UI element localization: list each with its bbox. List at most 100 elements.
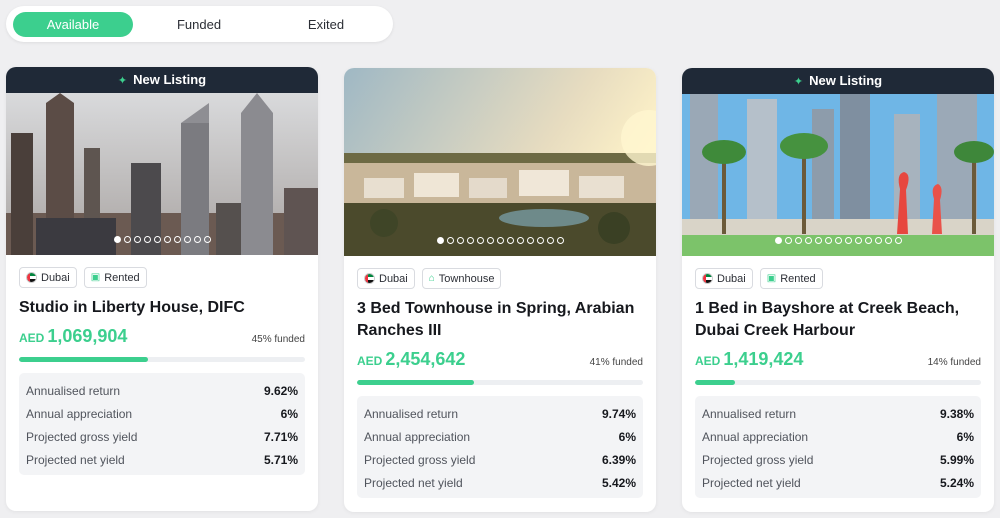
stat-row: Projected net yield 5.24% [702, 471, 974, 494]
carousel-dot[interactable] [173, 236, 181, 243]
carousel-dot[interactable] [456, 237, 464, 244]
stat-value: 5.99% [939, 452, 974, 467]
carousel-dot[interactable] [526, 237, 534, 244]
new-listing-banner: ✦ New Listing [682, 68, 994, 94]
stat-value: 5.24% [939, 475, 974, 490]
carousel-dot[interactable] [436, 237, 444, 244]
funding-progress-fill [695, 380, 736, 385]
stat-row: Annualised return 9.62% [26, 379, 298, 402]
stat-row: Projected net yield 5.42% [364, 471, 636, 494]
house-icon: ⌂ [428, 273, 435, 284]
location-chip: Dubai [695, 268, 753, 289]
carousel-dot[interactable] [446, 237, 454, 244]
carousel-dot[interactable] [123, 236, 131, 243]
carousel-dot[interactable] [466, 237, 474, 244]
property-title[interactable]: Studio in Liberty House, DIFC [19, 297, 305, 319]
carousel-dot[interactable] [784, 237, 792, 244]
carousel-dot[interactable] [163, 236, 171, 243]
carousel-dot[interactable] [804, 237, 812, 244]
carousel-dot[interactable] [183, 236, 191, 243]
carousel-dot[interactable] [864, 237, 872, 244]
currency-label: AED [19, 331, 45, 345]
funding-progress-fill [19, 357, 148, 362]
stat-row: Annual appreciation 6% [364, 425, 636, 448]
currency-label: AED [695, 354, 721, 368]
stat-label: Annual appreciation [702, 429, 809, 444]
carousel-dot[interactable] [844, 237, 852, 244]
stat-label: Projected gross yield [26, 429, 138, 444]
property-card-liberty-house[interactable]: ✦ New Listing Dubai ▣ Rented Studio in L… [6, 67, 318, 511]
carousel-dot[interactable] [486, 237, 494, 244]
uae-flag-icon [364, 273, 375, 284]
returns-stats: Annualised return 9.62% Annual appreciati… [19, 373, 305, 475]
uae-flag-icon [26, 272, 37, 283]
type-chip: ⌂ Townhouse [421, 268, 502, 289]
stat-value: 7.71% [263, 429, 298, 444]
sparkle-icon: ✦ [117, 75, 128, 87]
carousel-dots [344, 237, 656, 244]
property-price: AED 2,454,642 [357, 348, 465, 372]
carousel-dot[interactable] [506, 237, 514, 244]
carousel-dot[interactable] [143, 236, 151, 243]
carousel-dot[interactable] [854, 237, 862, 244]
carousel-dot[interactable] [113, 236, 121, 243]
tab-exited[interactable]: Exited [266, 12, 386, 37]
carousel-dot[interactable] [834, 237, 842, 244]
chip-label: Dubai [41, 271, 70, 284]
stat-label: Annualised return [702, 406, 797, 421]
stat-label: Projected net yield [702, 475, 801, 490]
stat-row: Annualised return 9.74% [364, 402, 636, 425]
property-photo[interactable] [344, 68, 656, 256]
carousel-dot[interactable] [476, 237, 484, 244]
carousel-dot[interactable] [894, 237, 902, 244]
funding-progress-fill [357, 380, 475, 385]
rented-icon: ▣ [766, 273, 777, 284]
carousel-dot[interactable] [536, 237, 544, 244]
listing-status-tabs: Available Funded Exited [6, 6, 393, 42]
chip-label: Dubai [717, 272, 746, 285]
property-photo[interactable] [6, 93, 318, 255]
carousel-dot[interactable] [153, 236, 161, 243]
property-card-arabian-ranches[interactable]: Dubai ⌂ Townhouse 3 Bed Townhouse in Spri… [344, 68, 656, 512]
stat-label: Projected net yield [364, 475, 463, 490]
funding-progress-bar [19, 357, 305, 362]
chip-label: Townhouse [438, 272, 495, 285]
stat-value: 6% [956, 429, 974, 444]
stat-label: Annualised return [26, 383, 121, 398]
carousel-dot[interactable] [794, 237, 802, 244]
tab-available[interactable]: Available [13, 12, 133, 37]
carousel-dot[interactable] [774, 237, 782, 244]
price-value: 1,419,424 [723, 349, 804, 369]
sparkle-icon: ✦ [793, 76, 804, 88]
carousel-dot[interactable] [203, 236, 211, 243]
carousel-dot[interactable] [546, 237, 554, 244]
townhouse-community-image [344, 68, 656, 256]
property-title[interactable]: 3 Bed Townhouse in Spring, Arabian Ranch… [357, 298, 643, 342]
rented-icon: ▣ [90, 272, 101, 283]
tab-funded[interactable]: Funded [139, 12, 259, 37]
returns-stats: Annualised return 9.74% Annual appreciati… [357, 396, 643, 498]
property-price: AED 1,419,424 [695, 348, 803, 372]
carousel-dot[interactable] [516, 237, 524, 244]
chip-label: Rented [104, 271, 140, 284]
carousel-dot[interactable] [874, 237, 882, 244]
difc-skyline-image [6, 93, 318, 255]
carousel-dot[interactable] [884, 237, 892, 244]
property-card-bayshore[interactable]: ✦ New Listing Dubai ▣ Rented 1 Bed in Ba… [682, 68, 994, 512]
property-title[interactable]: 1 Bed in Bayshore at Creek Beach, Dubai … [695, 298, 981, 342]
stat-value: 6% [618, 429, 636, 444]
stat-label: Annual appreciation [364, 429, 471, 444]
funded-percent: 41% funded [589, 357, 643, 368]
stat-value: 9.38% [939, 406, 974, 421]
carousel-dot[interactable] [824, 237, 832, 244]
property-photo[interactable] [682, 94, 994, 256]
location-chip: Dubai [19, 267, 77, 288]
chip-label: Rented [780, 272, 816, 285]
stat-row: Annualised return 9.38% [702, 402, 974, 425]
carousel-dot[interactable] [556, 237, 564, 244]
carousel-dot[interactable] [496, 237, 504, 244]
carousel-dot[interactable] [814, 237, 822, 244]
carousel-dot[interactable] [193, 236, 201, 243]
carousel-dot[interactable] [133, 236, 141, 243]
price-value: 1,069,904 [47, 326, 128, 346]
